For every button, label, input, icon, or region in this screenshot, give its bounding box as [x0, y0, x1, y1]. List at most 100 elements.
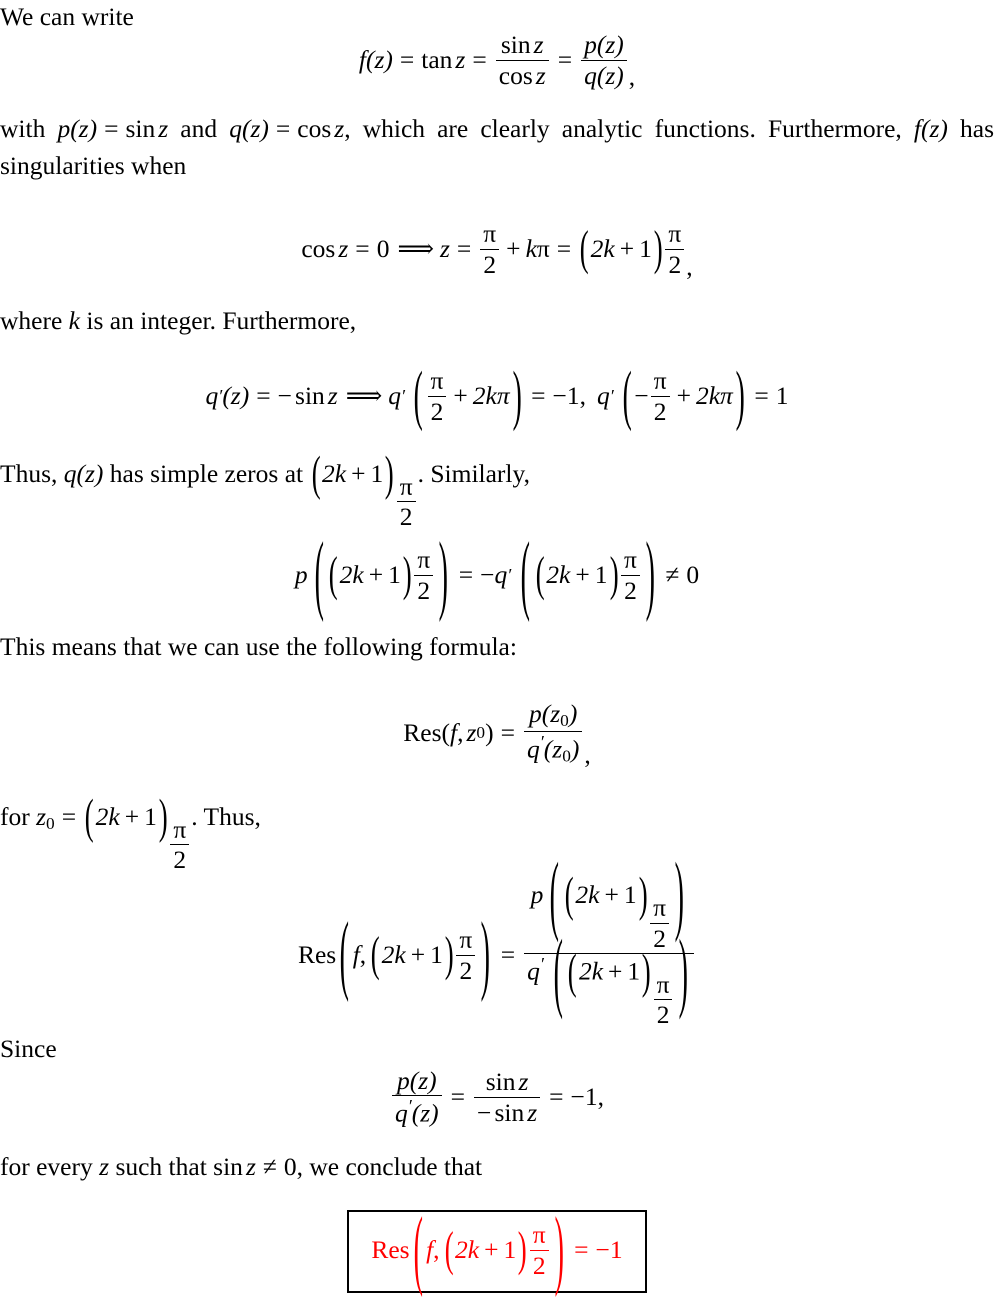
- equation-ratio-minus-one: p(z) q′(z) = sin z − sin z = −1,: [0, 1054, 994, 1140]
- for-plus: +: [124, 802, 140, 831]
- eq1-sin-arg: z: [533, 29, 544, 59]
- eq3-qz: (z): [222, 381, 250, 410]
- thus-pi: π: [399, 471, 413, 501]
- eq6-num-pi-over-2: π2: [650, 894, 669, 952]
- for-word: for: [0, 802, 30, 831]
- eq5-num-sub: 0: [560, 710, 569, 730]
- eq1-frac1-num: sin z: [498, 31, 547, 60]
- for-pi-over-2: π 2: [170, 816, 190, 874]
- for-2k: 2k: [95, 802, 120, 831]
- for-z: z: [36, 802, 47, 831]
- eq2-pi-b: π: [668, 218, 682, 248]
- equation-cos-zeros: cos z = 0 ⟹ z = π 2 + kπ = (2k +1) π 2 ,: [0, 212, 994, 286]
- eq6-num-paren-close: ): [638, 867, 648, 923]
- eq4-paren-close-1: ): [402, 546, 412, 602]
- eq4-equals: =: [458, 560, 474, 589]
- with-eq2: =: [275, 114, 291, 143]
- paragraph-formula-intro: This means that we can use the following…: [0, 628, 862, 665]
- eq2-pi-over-2: π 2: [480, 220, 500, 278]
- eq2-pi-over-2-b: π 2: [665, 218, 685, 279]
- with-cos: cos: [297, 114, 332, 143]
- eq1-tan-arg: z: [455, 45, 466, 74]
- paragraph-with-pq: with p(z) = sin z and q(z) = cos z, which are …: [0, 110, 994, 184]
- box-one: 1: [503, 1235, 517, 1265]
- eq2-equals-2: =: [456, 234, 472, 263]
- eq5-den: q′(z0): [523, 731, 583, 766]
- eq3-plus-2: +: [676, 381, 691, 410]
- where-tail: is an integer. Furthermore,: [86, 306, 357, 335]
- eq3-prime-2: ′: [401, 385, 406, 406]
- eq3-one: 1: [775, 381, 789, 410]
- eq1-p-over-q: p(z) q(z): [581, 31, 627, 89]
- eq5-trailing-comma: ,: [584, 740, 591, 769]
- where-word: where: [0, 306, 63, 335]
- eq7-den2: − sin z: [474, 1096, 541, 1127]
- eq3-paren-open-2: (: [622, 357, 632, 433]
- eq5-num-open: (z: [541, 698, 561, 728]
- eq6-num-2k: 2k: [575, 880, 600, 910]
- eq4-plus: +: [368, 560, 384, 589]
- eq6-pi-over-2: π 2: [456, 926, 476, 984]
- eq7-num1-z: (z): [409, 1065, 437, 1095]
- eq1-equals-2: =: [472, 45, 487, 74]
- eq5-fraction: p(z0) q′(z0): [523, 698, 583, 767]
- eq3-minus: −: [277, 381, 293, 410]
- eq2-two-b: 2: [665, 248, 685, 279]
- boxed-result-wrapper: Res(f,(2k +1) π 2 ) = −1: [0, 1198, 994, 1299]
- eq3-equals-3: =: [754, 381, 769, 410]
- box-res: Res: [371, 1235, 410, 1265]
- eq2-implies-arrow: ⟹: [397, 234, 434, 263]
- eq1-f: f: [358, 45, 366, 74]
- box-2k: 2k: [455, 1235, 480, 1265]
- eq4-pi-over-2-b: π 2: [621, 546, 640, 604]
- eq7-num2: sin z: [483, 1068, 532, 1097]
- eq3-plus: +: [453, 381, 468, 410]
- eq7-result: −1: [570, 1082, 598, 1111]
- eq5-den-q: q: [526, 734, 540, 764]
- eq1-cos-arg: z: [535, 60, 546, 90]
- box-value: −1: [595, 1235, 623, 1265]
- eq5-den-open: (z: [543, 734, 563, 764]
- forevery-mid: such that: [115, 1152, 207, 1181]
- eq6-plus: +: [410, 940, 426, 969]
- eq4-zero: 0: [686, 560, 700, 589]
- equation-residue-formula: Res(f, z 0) = p(z0) q′(z0) ,: [0, 692, 994, 774]
- eq6-den-paren-close: ): [641, 943, 651, 999]
- eq1-tan: tan: [421, 45, 453, 74]
- eq2-cos-arg: z: [338, 234, 349, 263]
- paragraph-where-k: where k is an integer. Furthermore,: [0, 302, 702, 339]
- eq4-two: 2: [414, 574, 434, 605]
- eq4-paren-close-2: ): [609, 546, 619, 602]
- with-q: q: [229, 114, 242, 143]
- eq6-den-2k: 2k: [578, 956, 604, 986]
- eq3-paren-open-1: (: [413, 357, 423, 433]
- forevery-sin-arg: z: [245, 1152, 256, 1181]
- eq4-two-b: 2: [621, 574, 640, 605]
- with-tail: , which are clearly analytic functions. …: [344, 114, 902, 143]
- thus-q: q: [63, 459, 77, 488]
- box-comma: ,: [433, 1235, 440, 1265]
- eq5-f: f: [450, 718, 458, 747]
- eq6-comma: ,: [359, 940, 367, 969]
- eq7-sin-over-minus-sin: sin z − sin z: [474, 1068, 541, 1127]
- eq4-pi-b: π: [624, 544, 637, 574]
- for-paren-open: (: [84, 788, 94, 845]
- eq6-bigparen-open: (: [339, 902, 350, 1005]
- eq4-pi: π: [417, 544, 431, 574]
- with-p: p: [57, 114, 71, 143]
- eq6-2k: 2k: [381, 940, 406, 969]
- forevery-z: z: [99, 1152, 110, 1181]
- eq6-paren-open: (: [370, 926, 380, 982]
- with-sin-arg: z: [158, 114, 169, 143]
- eq2-paren-close: ): [653, 220, 663, 276]
- eq3-pi-b: π: [653, 365, 667, 395]
- eq3-q3: q: [597, 381, 610, 410]
- eq4-prime: ′: [507, 564, 512, 585]
- eq7-num1: p(z): [394, 1065, 440, 1096]
- eq6-num-plus: +: [604, 880, 619, 910]
- eq4-bigparen-open-2: (: [520, 522, 531, 625]
- eq2-cos: cos: [301, 234, 336, 263]
- eq3-minus-2: −: [634, 381, 649, 410]
- eq6-equals: =: [500, 940, 516, 969]
- equation-residue-expanded: Res(f,(2k +1) π 2 ) = p((2k +1) π 2) q′((2k +…: [0, 847, 994, 1028]
